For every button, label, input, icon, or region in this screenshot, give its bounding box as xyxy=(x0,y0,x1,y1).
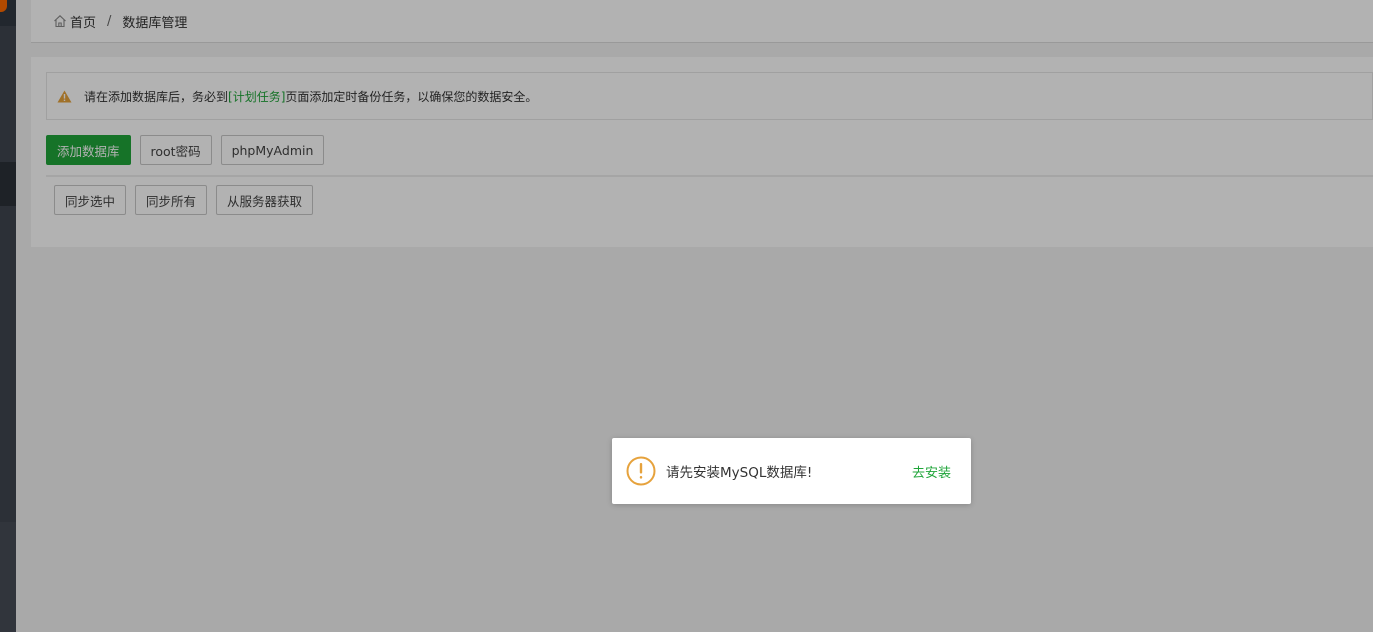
dialog-message: 请先安装MySQL数据库! xyxy=(666,465,813,481)
modal-overlay[interactable] xyxy=(0,0,1373,632)
exclamation-circle-icon xyxy=(626,456,656,486)
install-mysql-dialog: 请先安装MySQL数据库! 去安装 xyxy=(612,438,971,504)
go-install-link[interactable]: 去安装 xyxy=(912,462,951,481)
